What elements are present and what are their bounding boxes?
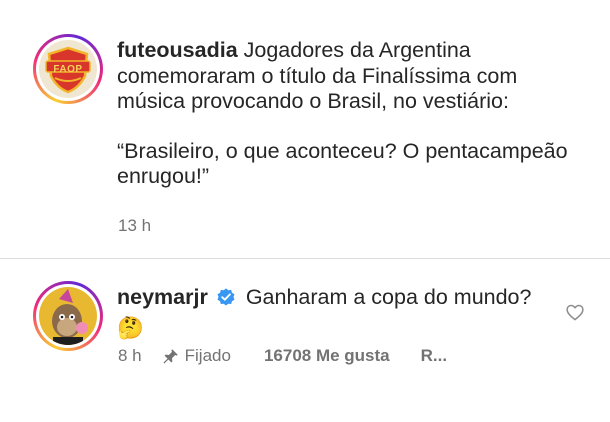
likes-count[interactable]: 16708 Me gusta: [264, 346, 390, 366]
pinned-label: Fijado: [184, 346, 231, 365]
comment-body: neymarjr Ganharam a copa do mundo? 🤔: [117, 283, 537, 342]
post-caption: futeousadia Jogadores da Argentina comem…: [117, 38, 587, 190]
comment-author-avatar[interactable]: [33, 281, 103, 351]
divider: [0, 258, 610, 259]
like-button[interactable]: [566, 304, 584, 326]
avatar-logo-text: FAOP: [53, 64, 83, 75]
verified-badge-icon: [216, 286, 236, 314]
futeousadia-logo: FAOP: [39, 40, 97, 98]
pin-icon: [163, 348, 178, 364]
reply-button[interactable]: R...: [421, 346, 447, 366]
post-author-username[interactable]: futeousadia: [117, 38, 238, 62]
heart-icon: [566, 304, 584, 321]
comment-timestamp[interactable]: 8 h: [118, 346, 142, 366]
comment-meta-row: 8 h Fijado 16708 Me gusta R...: [118, 346, 447, 366]
post-author-avatar[interactable]: FAOP: [33, 34, 103, 104]
bored-ape-avatar-image: [39, 287, 97, 345]
pinned-indicator: Fijado: [162, 346, 231, 366]
thinking-face-emoji: 🤔: [117, 316, 144, 340]
caption-quote: “Brasileiro, o que aconteceu? O pentacam…: [117, 138, 568, 189]
comment-author-username[interactable]: neymarjr: [117, 285, 208, 309]
comment-text: Ganharam a copa do mundo?: [245, 285, 532, 309]
post-timestamp[interactable]: 13 h: [118, 216, 151, 236]
